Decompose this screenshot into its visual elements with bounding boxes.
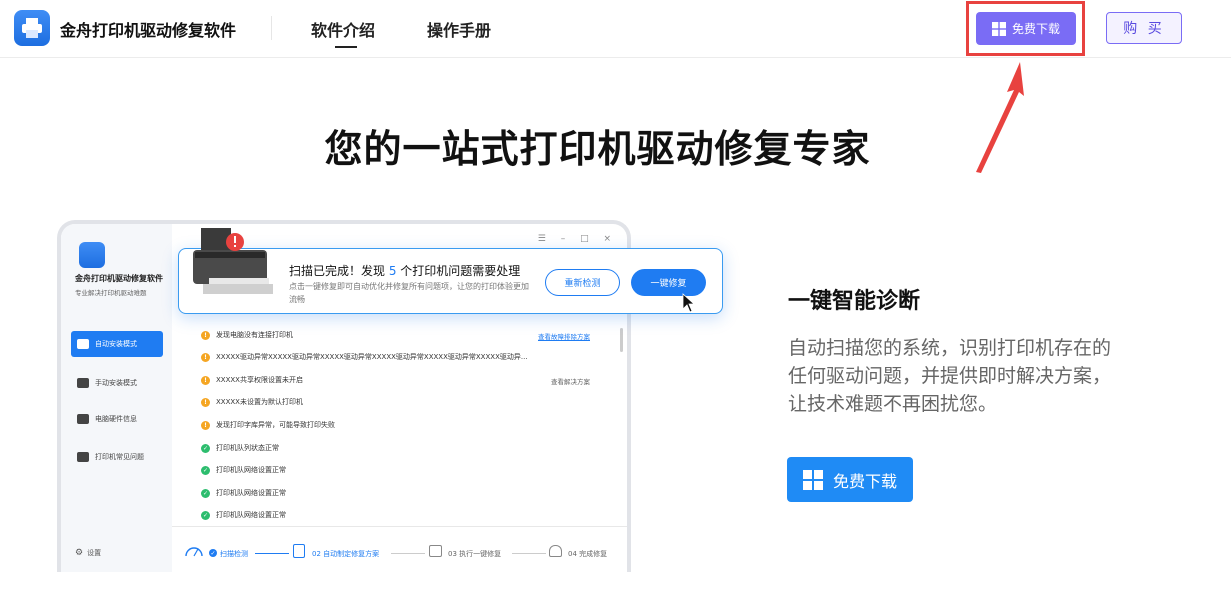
issue-row: ✓ 打印机队列状态正常 [201, 443, 279, 453]
issue-row: ! 发现打印字库异常，可能导致打印失败 [201, 420, 335, 430]
preview-app-name: 金舟打印机驱动修复软件 [75, 274, 163, 283]
check-icon: ✓ [201, 488, 210, 498]
issue-row: ! XXXXX共享权限设置未开启 [201, 375, 303, 385]
document-star-icon [293, 544, 305, 558]
rescan-button[interactable]: 重新检测 [545, 269, 620, 296]
issue-row: ✓ 打印机队网络设置正常 [201, 510, 286, 520]
feature-download-button[interactable]: 免费下载 [787, 457, 913, 502]
issue-row: ✓ 打印机队网络设置正常 [201, 488, 286, 498]
issue-row: ! XXXXX驱动异常XXXXX驱动异常XXXXX驱动异常XXXXX驱动异常XX… [201, 352, 528, 362]
issue-text: 打印机队网络设置正常 [216, 466, 286, 474]
progress-steps: ✓ 扫描检测 02 自动制定修复方案 03 执行一键修复 04 完成修复 [172, 526, 627, 572]
issue-solution-link[interactable]: 查看故障排除方案 [538, 331, 590, 341]
sidebar-item-manual-install[interactable]: 手动安装模式 [71, 370, 163, 396]
feature-title: 一键智能诊断 [788, 289, 921, 314]
issue-text: XXXXX共享权限设置未开启 [216, 376, 303, 384]
sidebar-item-faq[interactable]: 打印机常见问题 [71, 444, 163, 470]
step-execute: 03 执行一键修复 [448, 550, 502, 558]
warning-icon: ! [201, 420, 210, 430]
gear-icon: ⚙ [75, 548, 84, 558]
warning-icon: ! [201, 375, 210, 385]
sidebar-item-auto-install[interactable]: 自动安装模式 [71, 331, 163, 357]
warning-icon: ! [201, 397, 210, 407]
window-controls[interactable]: ☰ – □ × [538, 234, 617, 244]
windows-icon [802, 469, 823, 490]
issue-text: 打印机队列状态正常 [216, 444, 279, 452]
issue-row: ! 发现电脑没有连接打印机 [201, 330, 293, 340]
header-download-label: 免费下载 [1011, 22, 1060, 36]
printer-app-logo[interactable] [14, 10, 50, 46]
step-complete: 04 完成修复 [568, 550, 608, 558]
buy-button[interactable]: 购 买 [1106, 12, 1182, 44]
complete-icon [549, 545, 562, 557]
issue-text: 打印机队网络设置正常 [216, 511, 286, 519]
check-icon: ✓ [201, 510, 210, 520]
popup-title-prefix: 扫描已完成！发现 [289, 264, 389, 278]
nav-user-manual[interactable]: 操作手册 [427, 17, 491, 41]
header-download-button[interactable]: 免费下载 [976, 12, 1076, 45]
feature-download-label: 免费下载 [832, 471, 897, 491]
warning-icon: ! [201, 330, 210, 340]
nav-software-intro[interactable]: 软件介绍 [311, 17, 375, 41]
computer-icon [77, 414, 89, 424]
printer-icon [429, 545, 442, 557]
nav-active-underline [335, 46, 357, 48]
preview-settings[interactable]: ⚙ 设置 [75, 548, 101, 558]
preview-app-logo [79, 242, 105, 268]
popup-description: 点击一键修复即可自动优化并修复所有问题项，让您的打印体验更加流畅 [289, 282, 529, 304]
step-connector [512, 553, 546, 554]
sidebar-item-hardware-info[interactable]: 电脑硬件信息 [71, 406, 163, 432]
issue-row: ✓ 打印机队网络设置正常 [201, 465, 286, 475]
step-done-icon: ✓ [209, 549, 217, 557]
step-plan: 02 自动制定修复方案 [312, 550, 380, 558]
preview-scrollbar[interactable] [620, 328, 623, 352]
windows-icon [991, 21, 1006, 36]
cursor-icon [682, 293, 696, 313]
issue-text: 发现打印字库异常，可能导致打印失败 [216, 421, 335, 429]
preview-sidebar: 金舟打印机驱动修复软件 专业解决打印机驱动难题 自动安装模式 手动安装模式 电脑… [61, 224, 172, 572]
sidebar-item-label: 自动安装模式 [95, 340, 137, 348]
issue-text: XXXXX驱动异常XXXXX驱动异常XXXXX驱动异常XXXXX驱动异常XXXX… [216, 353, 528, 361]
preview-app-subtitle: 专业解决打印机驱动难题 [75, 289, 147, 297]
header-divider [271, 16, 272, 40]
check-icon: ✓ [201, 465, 210, 475]
issue-solution-link[interactable]: 查看解决方案 [551, 376, 590, 386]
issue-row: ! XXXXX未设置为默认打印机 [201, 397, 303, 407]
top-header: 金舟打印机驱动修复软件 软件介绍 操作手册 免费下载 购 买 [0, 0, 1231, 58]
sidebar-item-label: 打印机常见问题 [95, 453, 144, 461]
warning-icon: ! [201, 352, 210, 362]
one-click-fix-button[interactable]: 一键修复 [631, 269, 706, 296]
sidebar-item-label: 电脑硬件信息 [95, 415, 137, 423]
gauge-icon [185, 547, 203, 557]
popup-title-suffix: 个打印机问题需要处理 [396, 264, 521, 278]
step-connector [255, 553, 289, 554]
printer-icon [22, 18, 42, 38]
popup-title: 扫描已完成！发现 5 个打印机问题需要处理 [289, 262, 520, 279]
issue-text: 发现电脑没有连接打印机 [216, 331, 293, 339]
hero-title: 您的一站式打印机驱动修复专家 [324, 127, 871, 171]
step-scan: 扫描检测 [220, 550, 248, 558]
settings-label: 设置 [87, 549, 102, 557]
app-name[interactable]: 金舟打印机驱动修复软件 [60, 17, 236, 41]
feature-description: 自动扫描您的系统，识别打印机存在的任何驱动问题，并提供即时解决方案，让技术难题不… [788, 337, 1112, 415]
issue-text: XXXXX未设置为默认打印机 [216, 398, 303, 406]
download-icon [77, 339, 89, 349]
sidebar-item-label: 手动安装模式 [95, 379, 137, 387]
step-connector [391, 553, 425, 554]
install-icon [77, 378, 89, 388]
issue-text: 打印机队网络设置正常 [216, 489, 286, 497]
printer-icon [77, 452, 89, 462]
printer-warning-illustration [193, 228, 273, 294]
check-icon: ✓ [201, 443, 210, 453]
